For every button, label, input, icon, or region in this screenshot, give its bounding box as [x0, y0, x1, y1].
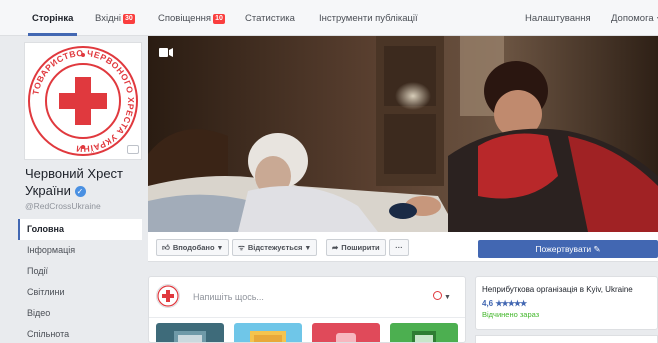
red-cross-mini-icon [433, 291, 442, 300]
thumbs-up-icon: 👍︎ [162, 243, 170, 252]
event-tile[interactable] [390, 323, 458, 342]
composer-input[interactable]: Напишіть щось... [193, 292, 264, 302]
composer-avatar [156, 284, 180, 308]
live-video-tile[interactable] [312, 323, 380, 342]
tab-settings-label: Налаштування [525, 13, 591, 24]
album-tile[interactable] [234, 323, 302, 342]
cover-image [148, 36, 658, 232]
camera-icon[interactable] [127, 145, 139, 154]
tab-settings[interactable]: Налаштування [525, 0, 591, 36]
page-sidebar-nav: Головна Інформація Події Світлини Відео … [18, 219, 142, 343]
follow-label: Відстежується [247, 243, 303, 252]
tab-publishing-tools[interactable]: Інструменти публікації [319, 0, 418, 36]
post-as-selector[interactable]: ▼ [433, 291, 451, 301]
tab-page[interactable]: Сторінка [27, 0, 78, 36]
page-category[interactable]: Неприбуткова організація в Kyiv, Ukraine [482, 285, 633, 294]
chevron-down-icon: ▼ [304, 245, 312, 252]
sidebar-item-about[interactable]: Інформація [18, 240, 142, 261]
photo-video-tile[interactable] [156, 323, 224, 342]
more-button[interactable]: ··· [389, 239, 409, 256]
rating-stars-icon: ★★★★★ [495, 299, 527, 308]
page-admin-nav: Сторінка Вхідні 30 Сповіщення 10 Статистик… [0, 0, 658, 36]
page-username[interactable]: @RedCrossUkraine [25, 201, 101, 211]
page-title[interactable]: Червоний Хрест України ✓ [25, 165, 145, 199]
verified-badge-icon: ✓ [74, 186, 86, 197]
donate-button[interactable]: Пожертвувати ✎ [478, 240, 658, 258]
share-arrow-icon: ➦ [332, 243, 339, 252]
share-label: Поширити [341, 243, 380, 252]
tab-insights-label: Статистика [245, 13, 295, 24]
post-composer: Напишіть щось... ▼ [148, 276, 466, 343]
page-info-card: Неприбуткова організація в Kyiv, Ukraine… [475, 276, 658, 330]
pencil-icon: ✎ [593, 244, 601, 254]
tab-inbox[interactable]: Вхідні 30 [95, 0, 135, 36]
page-name-text: Червоний Хрест України [25, 166, 124, 198]
share-button[interactable]: ➦ Поширити [326, 239, 386, 256]
page-rating[interactable]: 4,6 ★★★★★ [482, 299, 527, 308]
rating-value: 4,6 [482, 299, 494, 308]
open-status: Відчинено зараз [482, 310, 540, 319]
sidebar-item-community[interactable]: Спільнота [18, 324, 142, 343]
tab-insights[interactable]: Статистика [245, 0, 295, 36]
follow-button[interactable]: ᯤ Відстежується ▼ [232, 239, 318, 256]
chevron-down-icon: ▼ [216, 245, 224, 252]
tab-notifications-label: Сповіщення [158, 13, 212, 24]
rss-icon: ᯤ [238, 243, 245, 252]
video-camera-icon [159, 48, 173, 59]
donate-label: Пожертвувати [535, 244, 592, 254]
tab-inbox-label: Вхідні [95, 13, 121, 24]
notifications-badge: 10 [213, 14, 225, 24]
chevron-down-icon: ▼ [444, 294, 451, 301]
like-button[interactable]: 👍︎ Вподобано ▼ [156, 239, 230, 256]
composer-divider [149, 317, 465, 318]
sidebar-item-videos[interactable]: Відео [18, 303, 142, 324]
next-card [475, 335, 658, 343]
tab-notifications[interactable]: Сповіщення 10 [158, 0, 225, 36]
red-cross-society-logo: ТОВАРИСТВО ЧЕРВОНОГО ХРЕСТА УКРАЇНИ [28, 46, 138, 156]
like-label: Вподобано [172, 243, 215, 252]
profile-picture[interactable]: ТОВАРИСТВО ЧЕРВОНОГО ХРЕСТА УКРАЇНИ [24, 42, 142, 160]
sidebar-item-events[interactable]: Події [18, 261, 142, 282]
sidebar-item-photos[interactable]: Світлини [18, 282, 142, 303]
inbox-badge: 30 [123, 14, 135, 24]
tab-publishing-tools-label: Інструменти публікації [319, 13, 418, 24]
sidebar-item-home[interactable]: Головна [18, 219, 142, 240]
tab-page-label: Сторінка [32, 13, 74, 24]
tab-help[interactable]: Допомога▼ [611, 0, 658, 36]
tab-help-label: Допомога [611, 13, 654, 24]
cover-video[interactable] [148, 36, 658, 232]
